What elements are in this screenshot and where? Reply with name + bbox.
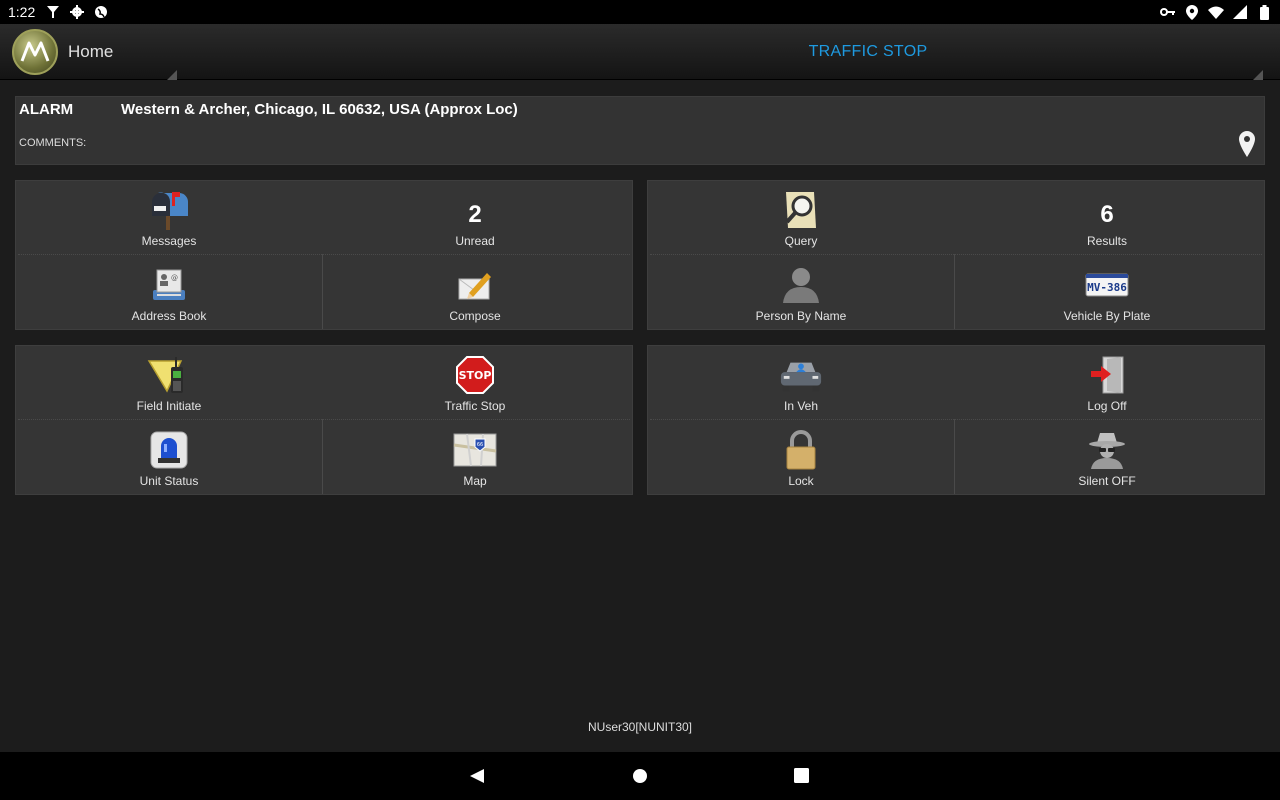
recents-square-icon[interactable]: [794, 768, 809, 788]
svg-text:@: @: [171, 274, 178, 282]
unit-panel: In Veh Log Off Lock Silent OFF: [647, 345, 1265, 495]
unread-label: Unread: [455, 234, 495, 248]
field-initiate-radio-icon: [147, 353, 191, 397]
panel-divider: [18, 419, 630, 420]
mailbox-icon: [147, 188, 191, 232]
address-book-tile[interactable]: @ Address Book: [16, 256, 322, 329]
log-off-tile[interactable]: Log Off: [954, 346, 1260, 419]
battery-icon: [1256, 4, 1272, 20]
vpn-key-icon: [1160, 4, 1176, 20]
location-icon: [1184, 4, 1200, 20]
results-label: Results: [1086, 234, 1127, 248]
silent-spy-icon: [1085, 428, 1129, 472]
action-bar-title[interactable]: TRAFFIC STOP: [780, 43, 956, 61]
unit-status-siren-icon: [147, 428, 191, 472]
query-magnifier-icon: [779, 188, 823, 232]
incident-type: ALARM: [19, 101, 74, 118]
map-pin-icon[interactable]: [1237, 130, 1257, 158]
log-off-door-icon: [1085, 353, 1129, 397]
home-circle-icon[interactable]: [632, 768, 648, 789]
messages-label: Messages: [141, 234, 197, 248]
globe-icon: [93, 4, 109, 20]
query-tile[interactable]: Query: [648, 181, 954, 254]
incident-panel: Field Initiate STOP Traffic Stop Unit St…: [15, 345, 633, 495]
compose-icon: [453, 263, 497, 307]
panel-divider: [18, 254, 630, 255]
home-dropdown-indicator[interactable]: [167, 70, 177, 80]
traffic-stop-tile[interactable]: STOP Traffic Stop: [322, 346, 628, 419]
query-panel: Query 6 Results Person By Name MV-386 Ve…: [647, 180, 1265, 330]
in-veh-tile[interactable]: In Veh: [648, 346, 954, 419]
query-label: Query: [784, 234, 818, 248]
person-silhouette-icon: [779, 263, 823, 307]
lock-tile[interactable]: Lock: [648, 421, 954, 494]
motorola-logo-icon[interactable]: [12, 29, 58, 75]
field-initiate-tile[interactable]: Field Initiate: [16, 346, 322, 419]
results-tile[interactable]: 6 Results: [954, 181, 1260, 254]
unread-count: 2: [468, 201, 482, 228]
stop-sign-text: STOP: [459, 369, 492, 382]
field-initiate-label: Field Initiate: [136, 399, 202, 413]
address-book-icon: @: [147, 263, 191, 307]
stop-sign-icon: STOP: [453, 353, 497, 397]
title-dropdown-indicator[interactable]: [1253, 70, 1263, 80]
map-shield-text: 66: [477, 442, 483, 448]
plate-text: MV-386: [1087, 281, 1127, 294]
log-off-label: Log Off: [1087, 399, 1127, 413]
panel-divider: [650, 419, 1262, 420]
back-icon[interactable]: [469, 768, 485, 789]
status-bar: 1:22: [0, 0, 1280, 24]
results-count: 6: [1100, 201, 1114, 228]
incident-alarm-panel[interactable]: ALARM Western & Archer, Chicago, IL 6063…: [15, 96, 1265, 165]
silent-tile[interactable]: Silent OFF: [954, 421, 1260, 494]
vehicle-by-plate-label: Vehicle By Plate: [1063, 309, 1151, 323]
lock-label: Lock: [788, 474, 814, 488]
unit-status-label: Unit Status: [139, 474, 199, 488]
silent-label: Silent OFF: [1078, 474, 1136, 488]
logged-in-user: NUser30[NUNIT30]: [587, 720, 693, 734]
android-nav-bar: [0, 752, 1280, 800]
comments-label: COMMENTS:: [19, 137, 87, 149]
vehicle-by-plate-tile[interactable]: MV-386 Vehicle By Plate: [954, 256, 1260, 329]
unread-tile[interactable]: 2 Unread: [322, 181, 628, 254]
settings-gear-icon: [69, 4, 85, 20]
messaging-panel: Messages 2 Unread @ Address Book Compose: [15, 180, 633, 330]
padlock-icon: [779, 428, 823, 472]
action-bar: Home TRAFFIC STOP: [0, 24, 1280, 80]
map-label: Map: [463, 474, 487, 488]
signal-icon: [1232, 4, 1248, 20]
license-plate-icon: MV-386: [1085, 263, 1129, 307]
map-icon: 66: [453, 428, 497, 472]
address-book-label: Address Book: [131, 309, 207, 323]
compose-label: Compose: [449, 309, 501, 323]
wifi-hotspot-icon: [45, 4, 61, 20]
person-by-name-tile[interactable]: Person By Name: [648, 256, 954, 329]
unit-status-tile[interactable]: Unit Status: [16, 421, 322, 494]
home-menu-label[interactable]: Home: [68, 42, 113, 62]
in-veh-label: In Veh: [783, 399, 819, 413]
compose-tile[interactable]: Compose: [322, 256, 628, 329]
wifi-icon: [1208, 4, 1224, 20]
status-time: 1:22: [8, 4, 36, 20]
incident-address: Western & Archer, Chicago, IL 60632, USA…: [121, 101, 518, 118]
status-right-icons: [1152, 4, 1272, 20]
map-tile[interactable]: 66 Map: [322, 421, 628, 494]
traffic-stop-label: Traffic Stop: [444, 399, 506, 413]
panel-divider: [650, 254, 1262, 255]
person-by-name-label: Person By Name: [755, 309, 847, 323]
in-vehicle-car-icon: [779, 353, 823, 397]
messages-tile[interactable]: Messages: [16, 181, 322, 254]
